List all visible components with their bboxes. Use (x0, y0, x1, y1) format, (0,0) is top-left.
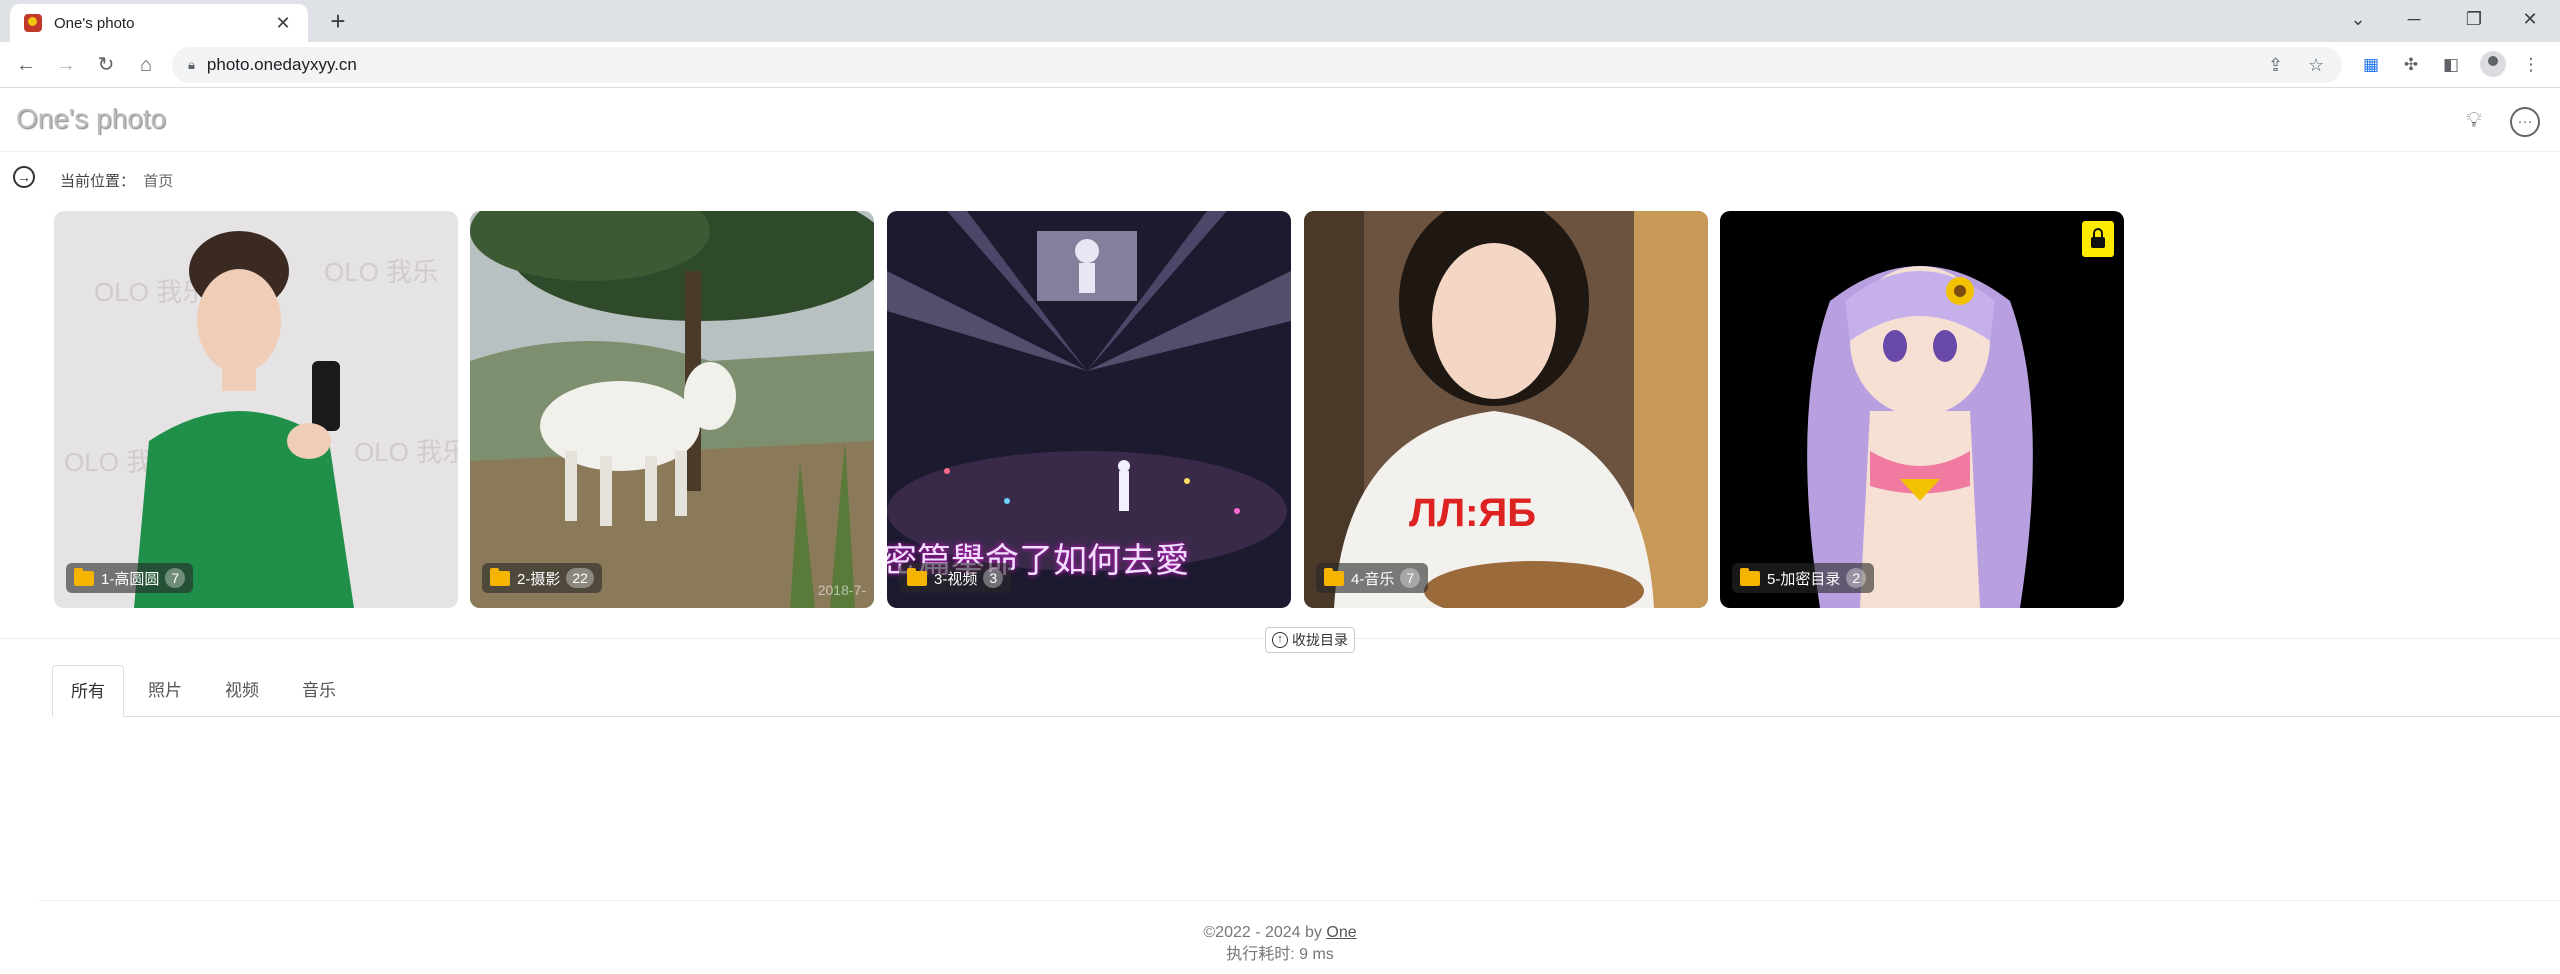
breadcrumb: 当前位置： 首页 (60, 170, 173, 191)
site-logo[interactable]: One's photo (16, 103, 166, 135)
lock-icon: 🔒︎ (188, 57, 195, 72)
footer-copyright: ©2022 - 2024 by (1203, 924, 1322, 941)
footer-author-link[interactable]: One (1326, 924, 1356, 941)
album-count-badge: 7 (1400, 568, 1421, 588)
footer-copyright-line: ©2022 - 2024 by One (0, 922, 2560, 944)
footer-divider (38, 900, 2560, 901)
tab-music[interactable]: 音乐 (284, 665, 354, 717)
album-card-3[interactable]: 密篇舉命了如何去愛 3-视频 3 (887, 211, 1291, 608)
home-button[interactable]: ⌂ (132, 51, 160, 79)
media-filter-tabs: 所有 照片 视频 音乐 (52, 665, 2560, 717)
album-card-4[interactable]: ЛЛ:ЯБ 4-音乐 7 (1304, 211, 1708, 608)
forward-button[interactable]: → (52, 51, 80, 79)
tab-videos[interactable]: 视频 (207, 665, 277, 717)
tab-search-chevron-icon[interactable]: ⌄ (2338, 0, 2378, 38)
sidebar-toggle-icon[interactable]: → (13, 166, 35, 188)
tab-all[interactable]: 所有 (52, 665, 124, 717)
album-grid: OLO 我乐 OLO 我乐 OLO 我乐 OLO 我乐 1-高圆圆 7 2018… (54, 211, 2134, 609)
site-header: One's photo 💡︎ ··· (0, 89, 2560, 152)
site-footer: ©2022 - 2024 by One 执行耗时: 9 ms (0, 922, 2560, 966)
album-cover-image (1720, 211, 2124, 608)
album-count-badge: 22 (566, 568, 594, 588)
photo-date-watermark: 2018-7- (817, 582, 866, 598)
album-label: 2-摄影 22 (482, 563, 602, 593)
folder-icon (1740, 567, 1760, 586)
back-button[interactable]: ← (12, 51, 40, 79)
browser-tab[interactable]: One's photo ✕ (10, 4, 308, 42)
window-close-button[interactable]: ✕ (2510, 0, 2550, 38)
album-name: 5-加密目录 (1767, 570, 1841, 588)
album-count-badge: 2 (1846, 568, 1867, 588)
bookmark-star-icon[interactable]: ☆ (2308, 47, 2324, 83)
album-label: 3-视频 3 (899, 563, 1012, 593)
svg-text:ЛЛ:ЯБ: ЛЛ:ЯБ (1409, 491, 1536, 535)
breadcrumb-prefix: 当前位置： (60, 173, 136, 190)
svg-text:OLO 我乐: OLO 我乐 (324, 257, 438, 287)
album-name: 3-视频 (934, 570, 978, 588)
album-card-5[interactable]: 5-加密目录 2 (1720, 211, 2124, 608)
album-cover-image: OLO 我乐 OLO 我乐 OLO 我乐 OLO 我乐 (54, 211, 458, 608)
folder-icon (907, 567, 927, 586)
folder-icon (74, 567, 94, 586)
tab-title: One's photo (54, 14, 135, 32)
album-count-badge: 3 (983, 568, 1004, 588)
browser-tabstrip: One's photo ✕ + ⌄ ─ ❐ ✕ (0, 0, 2560, 42)
album-name: 2-摄影 (517, 570, 561, 588)
folder-icon (490, 567, 510, 586)
folder-icon (1324, 567, 1344, 586)
album-card-1[interactable]: OLO 我乐 OLO 我乐 OLO 我乐 OLO 我乐 1-高圆圆 7 (54, 211, 458, 608)
side-panel-icon[interactable]: ◧ (2438, 52, 2464, 78)
extension-calendar-icon[interactable]: ▦ (2358, 52, 2384, 78)
tab-photos[interactable]: 照片 (130, 665, 200, 717)
album-name: 4-音乐 (1351, 570, 1395, 588)
new-tab-button[interactable]: + (322, 6, 354, 36)
svg-text:OLO 我乐: OLO 我乐 (354, 437, 458, 467)
address-url: photo.onedayxyy.cn (206, 55, 357, 74)
album-label: 5-加密目录 2 (1732, 563, 1875, 593)
lock-icon (2082, 221, 2114, 257)
chat-icon[interactable]: ··· (2510, 107, 2540, 137)
site-favicon-icon (24, 14, 42, 32)
collapse-label: 收拢目录 (1292, 632, 1348, 648)
minimize-button[interactable]: ─ (2394, 0, 2434, 38)
browser-menu-icon[interactable]: ⋮ (2518, 52, 2544, 78)
extensions-puzzle-icon[interactable]: ✣ (2398, 52, 2424, 78)
collapse-directory-button[interactable]: ↑ 收拢目录 (1265, 627, 1355, 653)
album-card-2[interactable]: 2018-7- 2-摄影 22 (470, 211, 874, 608)
album-name: 1-高圆圆 (101, 570, 160, 588)
footer-timing: 执行耗时: 9 ms (1226, 946, 1334, 963)
browser-toolbar: ← → ↻ ⌂ 🔒︎ photo.onedayxyy.cn ⇪ ☆ ▦ ✣ ◧ … (0, 42, 2560, 88)
album-label: 1-高圆圆 7 (66, 563, 194, 593)
share-icon[interactable]: ⇪ (2268, 47, 2283, 83)
album-cover-image: ЛЛ:ЯБ (1304, 211, 1708, 608)
lightbulb-icon[interactable]: 💡︎ (2459, 107, 2489, 137)
tab-close-icon[interactable]: ✕ (272, 13, 294, 34)
restore-button[interactable]: ❐ (2454, 0, 2494, 38)
breadcrumb-home-link[interactable]: 首页 (143, 173, 173, 190)
profile-avatar[interactable] (2480, 51, 2506, 77)
reload-button[interactable]: ↻ (92, 51, 120, 79)
address-bar[interactable]: 🔒︎ photo.onedayxyy.cn ⇪ ☆ (172, 47, 2342, 83)
arrow-up-circle-icon: ↑ (1272, 632, 1288, 648)
album-label: 4-音乐 7 (1316, 563, 1429, 593)
album-cover-image (470, 211, 874, 608)
album-count-badge: 7 (165, 568, 186, 588)
